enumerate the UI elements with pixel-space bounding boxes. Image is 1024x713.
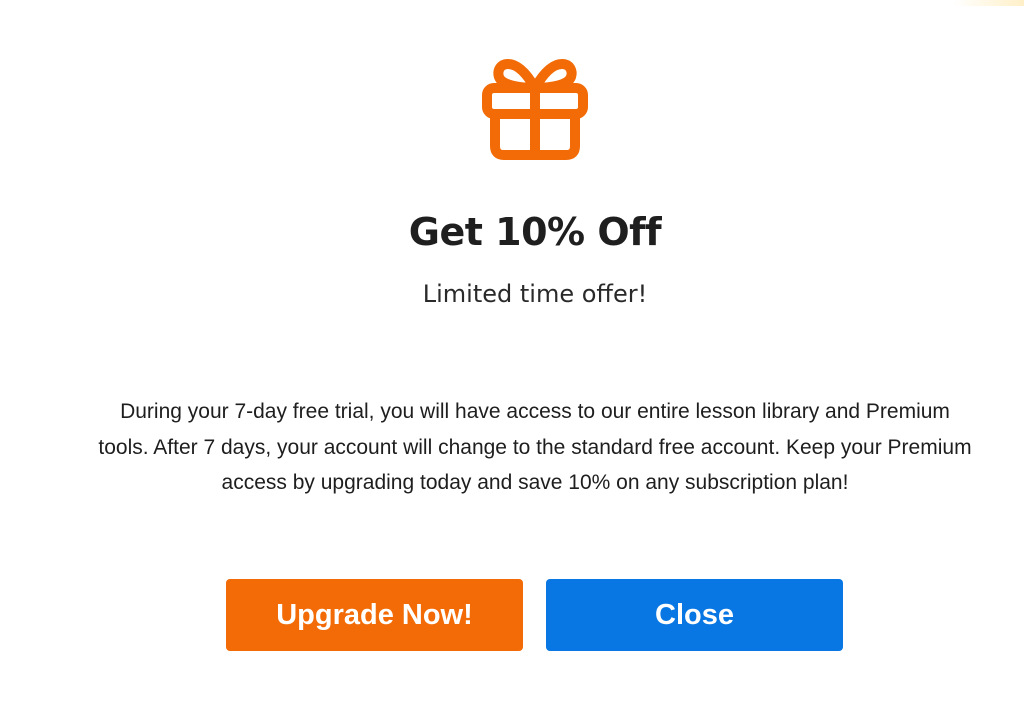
offer-subtitle: Limited time offer!: [422, 280, 648, 308]
offer-modal: Get 10% Off Limited time offer! During y…: [0, 0, 1024, 713]
upgrade-now-button[interactable]: Upgrade Now!: [226, 579, 523, 651]
offer-description: During your 7-day free trial, you will h…: [98, 400, 972, 494]
gift-icon: [482, 59, 588, 160]
offer-title: Get 10% Off: [408, 210, 662, 254]
close-button[interactable]: Close: [546, 579, 843, 651]
